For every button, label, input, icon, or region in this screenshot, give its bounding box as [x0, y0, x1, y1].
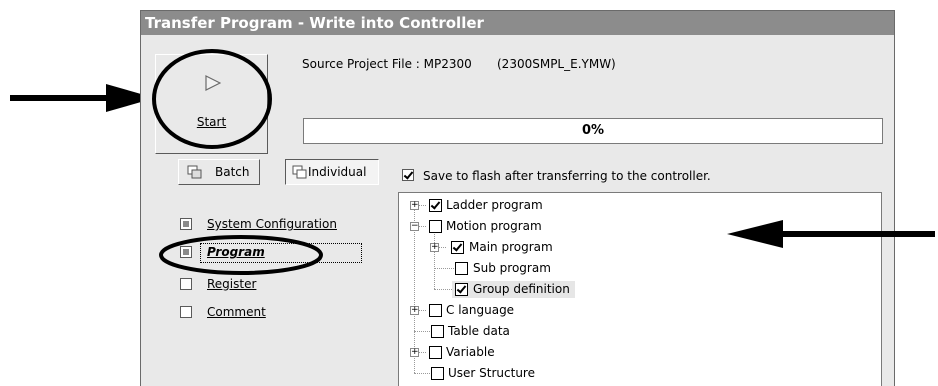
start-annotation-ellipse — [152, 49, 272, 149]
tree-expander-plus-icon[interactable]: + — [430, 243, 439, 252]
batch-icon — [187, 165, 202, 179]
tree-expander-plus-icon[interactable]: + — [410, 201, 419, 210]
individual-icon — [292, 165, 307, 179]
category-comment[interactable]: Comment — [207, 305, 266, 319]
tree-checkbox-main-program[interactable] — [451, 241, 464, 254]
category-system-configuration[interactable]: System Configuration — [207, 217, 337, 231]
tree-checkbox-ladder-program[interactable] — [429, 199, 442, 212]
tree-checkbox-sub-program[interactable] — [455, 262, 468, 275]
tree-item-motion-program[interactable]: Motion program — [446, 219, 542, 233]
tree-item-main-program[interactable]: Main program — [469, 240, 553, 254]
tree-item-group-definition[interactable]: Group definition — [473, 282, 570, 296]
tree-item-ladder-program[interactable]: Ladder program — [446, 198, 543, 212]
right-annotation-arrow — [727, 220, 935, 248]
category-checkbox-comment[interactable] — [180, 306, 192, 318]
tree-branch — [414, 331, 430, 332]
save-flash-checkbox[interactable] — [402, 169, 414, 181]
tree-checkbox-user-structure[interactable] — [431, 367, 444, 380]
category-register[interactable]: Register — [207, 277, 256, 291]
source-project-file: (2300SMPL_E.YMW) — [497, 57, 616, 71]
tree-checkbox-group-definition[interactable] — [455, 283, 468, 296]
category-checkbox-register[interactable] — [180, 278, 192, 290]
category-checkbox-system-configuration[interactable] — [180, 218, 192, 230]
tree-checkbox-table-data[interactable] — [431, 325, 444, 338]
tree-item-c-language[interactable]: C language — [446, 303, 514, 317]
tree-checkbox-variable[interactable] — [429, 346, 442, 359]
tree-item-sub-program[interactable]: Sub program — [473, 261, 551, 275]
window-title: Transfer Program - Write into Controller — [141, 11, 894, 35]
save-flash-label: Save to flash after transferring to the … — [423, 169, 711, 183]
tree-branch — [434, 289, 454, 290]
tree-checkbox-motion-program[interactable] — [429, 220, 442, 233]
tree-branch — [434, 268, 454, 269]
tree-checkbox-c-language[interactable] — [429, 304, 442, 317]
progress-bar: 0% — [303, 118, 883, 144]
tree-item-table-data[interactable]: Table data — [448, 324, 510, 338]
tree-expander-plus-icon[interactable]: + — [410, 306, 419, 315]
tree-item-variable[interactable]: Variable — [446, 345, 495, 359]
left-annotation-arrow — [10, 84, 155, 112]
tree-branch — [414, 373, 430, 374]
individual-button[interactable]: Individual — [285, 159, 379, 185]
tree-line-motion — [434, 226, 435, 289]
tree-item-user-structure[interactable]: User Structure — [448, 366, 535, 380]
tree-expander-plus-icon[interactable]: + — [410, 348, 419, 357]
program-annotation-ellipse — [159, 235, 323, 275]
source-project-label: Source Project File : MP2300 — [302, 57, 472, 71]
batch-button[interactable]: Batch — [178, 159, 260, 185]
tree-expander-minus-icon[interactable]: − — [410, 222, 419, 231]
